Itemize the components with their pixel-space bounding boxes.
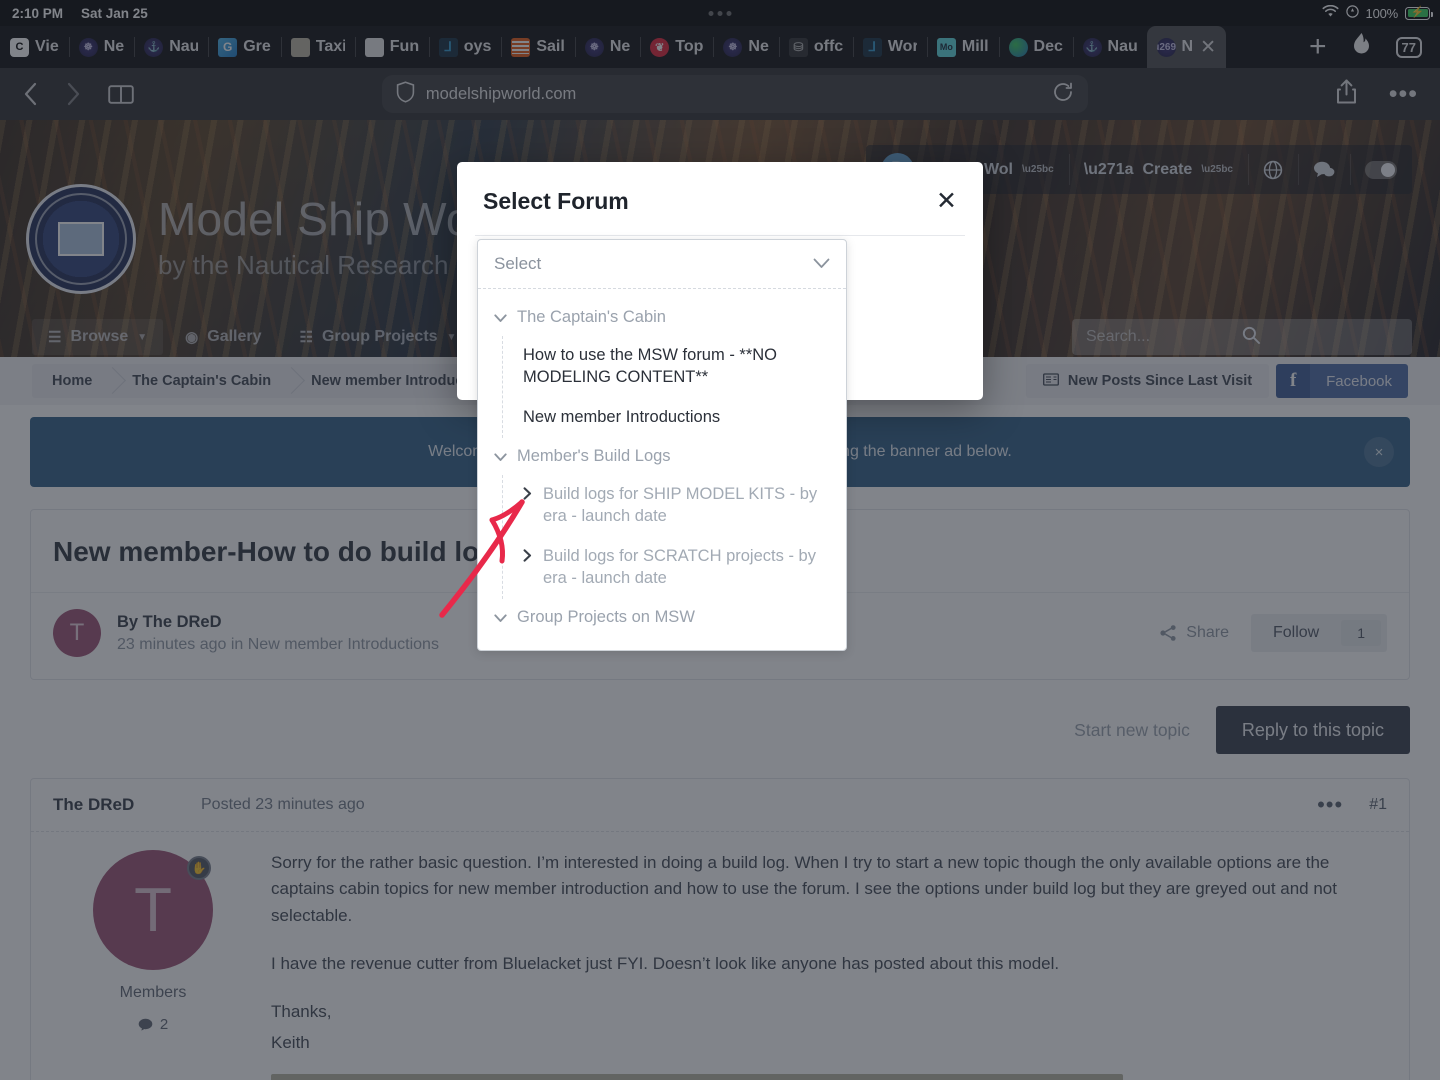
dropdown-options-list[interactable]: The Captain's Cabin How to use the MSW fo… bbox=[478, 289, 846, 650]
chevron-right-icon[interactable] bbox=[523, 549, 532, 566]
dropdown-group-2[interactable]: Group Projects on MSW bbox=[478, 599, 846, 636]
dropdown-group-1[interactable]: Member's Build Logs bbox=[478, 438, 846, 475]
select-forum-dialog: Select Forum ✕ Select The Captain's Cabi… bbox=[457, 162, 983, 651]
dropdown-group-label: The Captain's Cabin bbox=[517, 308, 666, 326]
forum-select-dropdown[interactable]: Select The Captain's Cabin How to use the… bbox=[477, 239, 847, 651]
dropdown-option-label: Build logs for SCRATCH projects - by era… bbox=[543, 546, 816, 587]
dropdown-toggle[interactable]: Select bbox=[478, 240, 846, 289]
dropdown-option-label: How to use the MSW forum - **NO MODELING… bbox=[523, 346, 777, 386]
dropdown-group-label: Member's Build Logs bbox=[517, 446, 671, 465]
screen: 2:10 PM Sat Jan 25 100% ⚡ CVie☸Ne⚓NauGGr… bbox=[0, 0, 1440, 1080]
close-icon[interactable]: ✕ bbox=[936, 189, 957, 214]
dropdown-children-1: Build logs for SHIP MODEL KITS - by era … bbox=[502, 474, 846, 599]
dropdown-option-label: New member Introductions bbox=[523, 407, 721, 426]
dialog-title: Select Forum bbox=[483, 188, 629, 214]
dropdown-option-0-1[interactable]: New member Introductions bbox=[523, 398, 846, 438]
chevron-down-icon[interactable] bbox=[494, 451, 507, 465]
chevron-down-icon[interactable] bbox=[813, 257, 830, 272]
dropdown-option-0-0[interactable]: How to use the MSW forum - **NO MODELING… bbox=[523, 336, 846, 398]
dropdown-option-1-0: Build logs for SHIP MODEL KITS - by era … bbox=[523, 475, 846, 537]
dropdown-option-label: Build logs for SHIP MODEL KITS - by era … bbox=[543, 484, 818, 525]
dropdown-placeholder: Select bbox=[494, 254, 542, 273]
dropdown-option-1-1: Build logs for SCRATCH projects - by era… bbox=[523, 537, 846, 599]
dropdown-group-0[interactable]: The Captain's Cabin bbox=[478, 299, 846, 336]
dropdown-group-label: Group Projects on MSW bbox=[517, 607, 695, 626]
chevron-right-icon[interactable] bbox=[523, 487, 532, 504]
chevron-down-icon[interactable] bbox=[494, 312, 507, 326]
chevron-down-icon[interactable] bbox=[494, 612, 507, 626]
dropdown-children-0: How to use the MSW forum - **NO MODELING… bbox=[502, 336, 846, 438]
